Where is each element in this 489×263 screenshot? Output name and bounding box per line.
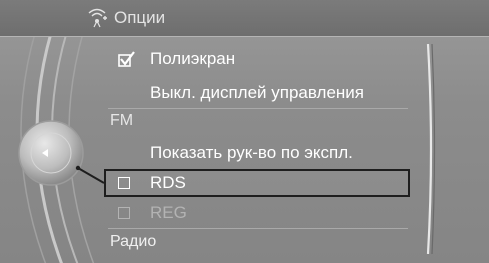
menu-item-label: Выкл. дисплей управления — [150, 83, 364, 102]
menu-item-split-screen[interactable]: Полиэкран — [104, 45, 410, 73]
menu-item-label: Показать рук-во по экспл. — [150, 143, 353, 162]
menu-item-reg: REG — [104, 199, 410, 227]
menu-item-rds[interactable]: RDS — [104, 169, 410, 197]
menu-item-label: RDS — [150, 173, 186, 192]
title-bar: Опции — [0, 0, 489, 37]
checkbox-unchecked-icon — [118, 207, 130, 219]
checkbox-checked-icon[interactable] — [118, 51, 136, 67]
page-title: Опции — [114, 8, 166, 27]
menu-item-label: REG — [150, 203, 187, 222]
section-heading-fm: FM — [110, 112, 134, 129]
options-screen: Опции Полиэкран Выкл. дисплей управления… — [0, 0, 489, 263]
scrollbar[interactable] — [426, 44, 436, 254]
divider — [108, 228, 408, 229]
menu-item-show-manual[interactable]: Показать рук-во по экспл. — [104, 139, 410, 167]
controller-knob-icon — [18, 120, 84, 186]
menu-item-display-off[interactable]: Выкл. дисплей управления — [104, 79, 410, 107]
menu-item-label: Полиэкран — [150, 49, 236, 68]
checkbox-unchecked-icon[interactable] — [118, 177, 130, 189]
menu-item-radio[interactable]: Радио — [110, 233, 156, 251]
divider — [108, 108, 408, 109]
radio-signal-icon — [88, 8, 107, 28]
